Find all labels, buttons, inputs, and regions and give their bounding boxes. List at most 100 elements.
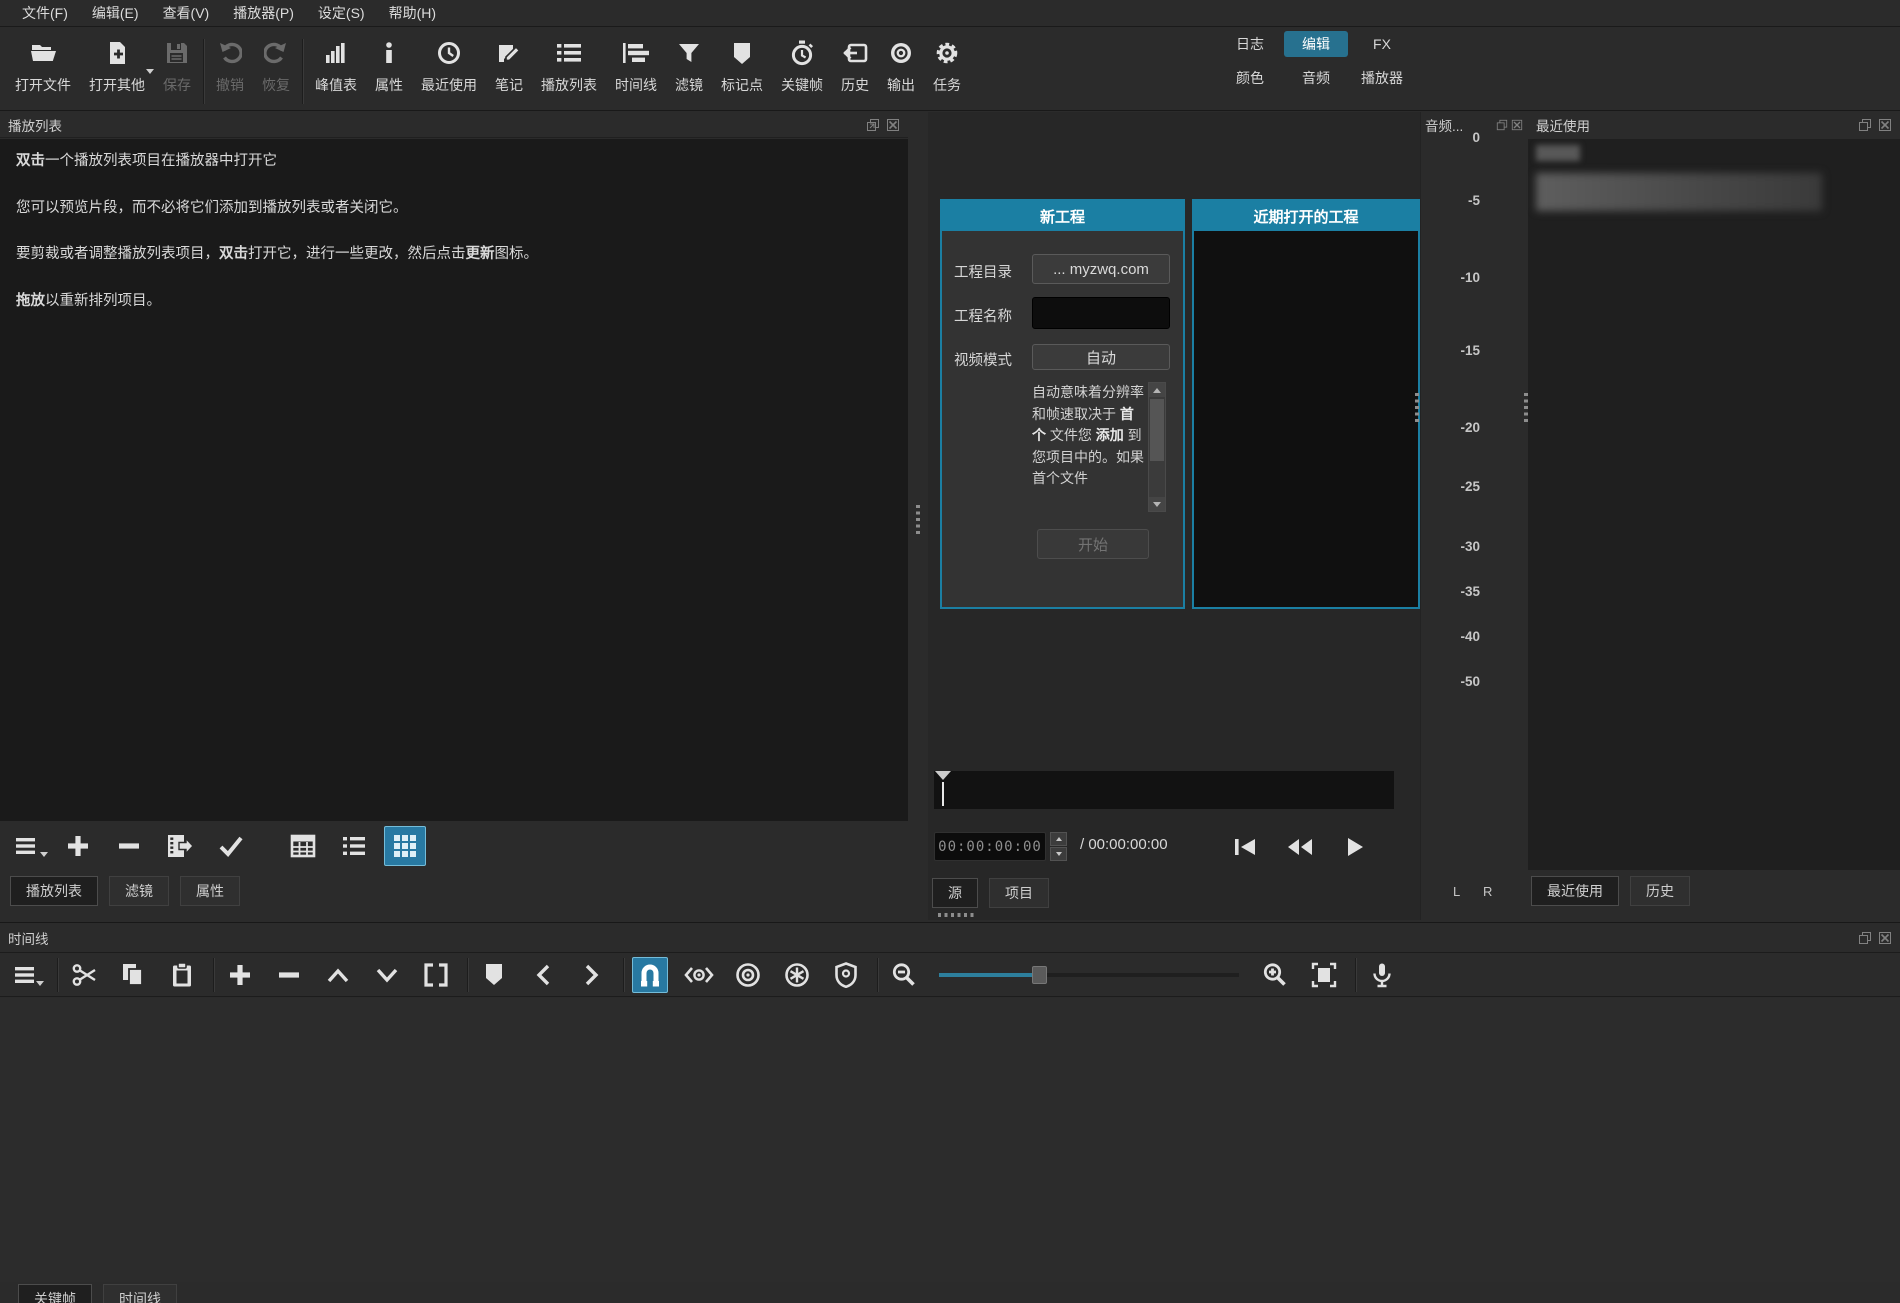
playlist-button[interactable]: 播放列表 (532, 33, 606, 110)
zoom-out-button[interactable] (886, 957, 922, 993)
spinner-down-icon[interactable] (1050, 847, 1067, 861)
ripple-button[interactable] (730, 957, 766, 993)
next-marker-button[interactable] (574, 957, 610, 993)
toggle-audio[interactable]: 音频 (1284, 65, 1348, 91)
position-timecode-input[interactable]: 00:00:00:00 (934, 832, 1046, 861)
rewind-button[interactable] (1283, 834, 1317, 860)
peak-meter-button[interactable]: 峰值表 (306, 33, 366, 110)
recent-search-blurred[interactable] (1536, 145, 1580, 161)
splitter-left[interactable] (908, 112, 928, 920)
tab-source[interactable]: 源 (932, 878, 978, 908)
splitter-handle[interactable] (916, 505, 920, 535)
toggle-fx[interactable]: FX (1350, 31, 1414, 57)
append-button[interactable] (222, 957, 258, 993)
notes-button[interactable]: 笔记 (486, 33, 532, 110)
toggle-color[interactable]: 颜色 (1218, 65, 1282, 91)
snap-button[interactable] (632, 957, 668, 993)
slider-handle[interactable] (1032, 966, 1047, 984)
play-button[interactable] (1338, 834, 1372, 860)
recent-projects-list[interactable] (1194, 231, 1418, 607)
zoom-fit-button[interactable] (1306, 957, 1342, 993)
playlist-update-button[interactable] (159, 826, 201, 866)
start-button[interactable]: 开始 (1037, 529, 1149, 559)
zoom-in-button[interactable] (1257, 957, 1293, 993)
skip-to-start-button[interactable] (1228, 834, 1262, 860)
project-folder-button[interactable]: ... myzwq.com (1032, 254, 1170, 284)
close-icon[interactable] (1511, 119, 1523, 131)
scrub-while-dragging-button[interactable] (681, 957, 717, 993)
playlist-remove-button[interactable] (108, 826, 150, 866)
close-icon[interactable] (1878, 931, 1892, 945)
recent-files-list[interactable] (1528, 139, 1900, 870)
close-icon[interactable] (886, 118, 900, 132)
scrollbar-thumb[interactable] (1150, 399, 1164, 461)
open-other-button[interactable]: 打开其他 (80, 33, 154, 110)
playlist-menu-button[interactable] (6, 826, 48, 866)
copy-button[interactable] (115, 957, 151, 993)
playlist-add-button[interactable] (57, 826, 99, 866)
tab-properties[interactable]: 属性 (180, 876, 240, 906)
recent-file-item-blurred[interactable] (1536, 173, 1822, 211)
playlist-grid-view-button[interactable] (384, 826, 426, 866)
tab-filters[interactable]: 滤镜 (109, 876, 169, 906)
ripple-markers-button[interactable] (828, 957, 864, 993)
tab-history[interactable]: 历史 (1630, 876, 1690, 906)
video-mode-button[interactable]: 自动 (1032, 344, 1170, 370)
toggle-logs[interactable]: 日志 (1218, 31, 1282, 57)
splitter-handle[interactable] (1415, 393, 1419, 423)
redo-button[interactable]: 恢复 (253, 33, 299, 110)
seek-bar[interactable] (934, 771, 1394, 809)
tab-recent[interactable]: 最近使用 (1531, 876, 1619, 906)
playlist-list-view-button[interactable] (333, 826, 375, 866)
prev-marker-button[interactable] (525, 957, 561, 993)
menu-help[interactable]: 帮助(H) (377, 1, 448, 25)
menu-view[interactable]: 查看(V) (151, 1, 222, 25)
menu-settings[interactable]: 设定(S) (306, 1, 377, 25)
cut-button[interactable] (66, 957, 102, 993)
overwrite-button[interactable] (369, 957, 405, 993)
menu-file[interactable]: 文件(F) (10, 1, 80, 25)
record-audio-button[interactable] (1364, 957, 1400, 993)
playlist-table-view-button[interactable] (282, 826, 324, 866)
marker-button[interactable] (476, 957, 512, 993)
project-name-input[interactable] (1032, 297, 1170, 329)
open-file-button[interactable]: 打开文件 (6, 33, 80, 110)
tab-keyframes[interactable]: 关键帧 (18, 1284, 92, 1303)
markers-button[interactable]: 标记点 (712, 33, 772, 110)
ripple-delete-button[interactable] (271, 957, 307, 993)
ripple-all-tracks-button[interactable] (779, 957, 815, 993)
float-icon[interactable] (866, 118, 880, 132)
timeline-button[interactable]: 时间线 (606, 33, 666, 110)
paste-button[interactable] (164, 957, 200, 993)
tab-timeline[interactable]: 时间线 (103, 1284, 177, 1303)
float-icon[interactable] (1858, 118, 1872, 132)
save-button[interactable]: 保存 (154, 33, 200, 110)
tab-playlist[interactable]: 播放列表 (10, 876, 98, 906)
toggle-editing[interactable]: 编辑 (1284, 31, 1348, 57)
keyframes-button[interactable]: 关键帧 (772, 33, 832, 110)
scroll-up-icon[interactable] (1149, 383, 1165, 397)
lift-button[interactable] (320, 957, 356, 993)
split-button[interactable] (418, 957, 454, 993)
properties-button[interactable]: 属性 (366, 33, 412, 110)
toggle-player[interactable]: 播放器 (1350, 65, 1414, 91)
close-icon[interactable] (1878, 118, 1892, 132)
tab-project[interactable]: 项目 (989, 878, 1049, 908)
history-button[interactable]: 历史 (832, 33, 878, 110)
playhead-icon[interactable] (935, 771, 951, 780)
playlist-check-button[interactable] (210, 826, 252, 866)
float-icon[interactable] (1496, 119, 1508, 131)
output-button[interactable]: 输出 (878, 33, 924, 110)
timeline-menu-button[interactable] (8, 957, 44, 993)
jobs-button[interactable]: 任务 (924, 33, 970, 110)
timeline-zoom-slider[interactable] (939, 965, 1239, 985)
description-scrollbar[interactable] (1148, 382, 1166, 512)
spinner-up-icon[interactable] (1050, 832, 1067, 846)
menu-player[interactable]: 播放器(P) (221, 1, 306, 25)
float-icon[interactable] (1858, 931, 1872, 945)
menu-edit[interactable]: 编辑(E) (80, 1, 151, 25)
dock-handle[interactable] (938, 913, 974, 917)
recent-button[interactable]: 最近使用 (412, 33, 486, 110)
undo-button[interactable]: 撤销 (207, 33, 253, 110)
filters-button[interactable]: 滤镜 (666, 33, 712, 110)
